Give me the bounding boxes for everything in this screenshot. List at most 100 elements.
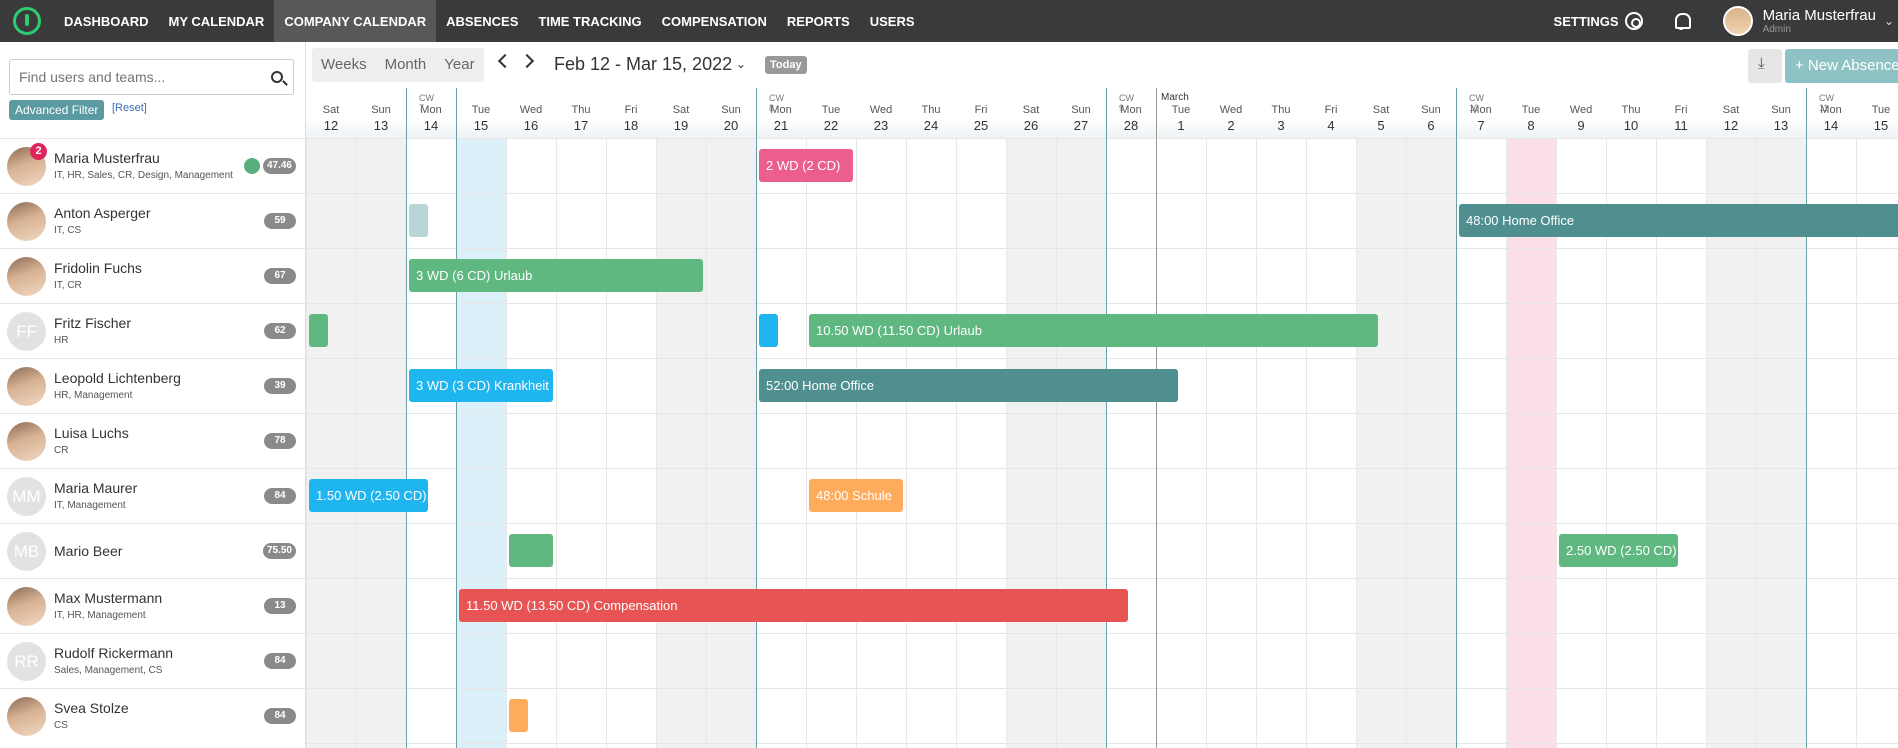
avatar: FF: [7, 312, 46, 351]
weekday-label: Thu: [1271, 104, 1291, 116]
user-name[interactable]: Fridolin Fuchs: [54, 260, 142, 276]
user-row[interactable]: Max Mustermann IT, HR, Management 13: [0, 578, 306, 633]
day-column[interactable]: [556, 138, 606, 748]
day-column[interactable]: [356, 138, 406, 748]
month-label: March: [1161, 92, 1189, 103]
user-name[interactable]: Max Mustermann: [54, 590, 162, 606]
view-year-button[interactable]: Year: [435, 48, 483, 82]
app-logo[interactable]: [0, 0, 54, 42]
nav-company-calendar[interactable]: COMPANY CALENDAR: [274, 0, 437, 42]
user-teams: IT, CR: [54, 280, 82, 291]
settings-button[interactable]: SETTINGS: [1554, 12, 1643, 30]
user-row[interactable]: 2 Maria Musterfrau IT, HR, Sales, CR, Desi…: [0, 138, 306, 193]
nav-time-tracking[interactable]: TIME TRACKING: [528, 0, 651, 42]
avatar[interactable]: [1722, 6, 1753, 36]
absence-bar[interactable]: 3 WD (6 CD) Urlaub: [409, 259, 703, 292]
day-column[interactable]: [1056, 138, 1106, 748]
user-name[interactable]: Svea Stolze: [54, 700, 129, 716]
weekday-label: Fri: [1324, 104, 1338, 116]
day-column[interactable]: [956, 138, 1006, 748]
user-teams: IT, HR, Sales, CR, Design, Management: [54, 170, 233, 181]
absence-bar[interactable]: 3 WD (3 CD) Krankheit: [409, 369, 553, 402]
day-column[interactable]: [756, 138, 806, 748]
absence-bar[interactable]: [509, 534, 553, 567]
day-column[interactable]: [456, 138, 506, 748]
nav-my-calendar[interactable]: MY CALENDAR: [159, 0, 275, 42]
user-row[interactable]: Anton Asperger IT, CS 59: [0, 193, 306, 248]
day-column[interactable]: [856, 138, 906, 748]
reset-link[interactable]: [Reset]: [112, 102, 147, 114]
chevron-left-icon[interactable]: [497, 53, 513, 69]
day-column[interactable]: [606, 138, 656, 748]
user-name[interactable]: Leopold Lichtenberg: [54, 370, 181, 386]
absence-bar[interactable]: 10.50 WD (11.50 CD) Urlaub: [809, 314, 1378, 347]
absence-bar[interactable]: [759, 314, 778, 347]
user-name[interactable]: Mario Beer: [54, 543, 122, 559]
absence-bar[interactable]: [309, 314, 328, 347]
user-row[interactable]: Fridolin Fuchs IT, CR 67: [0, 248, 306, 303]
nav-users[interactable]: USERS: [860, 0, 925, 42]
day-column[interactable]: [1356, 138, 1406, 748]
view-weeks-button[interactable]: Weeks: [312, 48, 376, 82]
weekday-label: Fri: [624, 104, 638, 116]
user-name[interactable]: Maria Musterfrau: [54, 150, 160, 166]
nav-dashboard[interactable]: DASHBOARD: [54, 0, 159, 42]
search-icon[interactable]: [271, 71, 283, 83]
user-row[interactable]: Svea Stolze CS 84: [0, 688, 306, 743]
date-range-label[interactable]: Feb 12 - Mar 15, 2022: [554, 54, 732, 75]
user-row[interactable]: MB Mario Beer 75.50: [0, 523, 306, 578]
absence-bar[interactable]: 48:00 Schule: [809, 479, 903, 512]
day-column[interactable]: [506, 138, 556, 748]
calendar-header: Sat 12 Sun 13 Mon 14 Tue 15 Wed 16 Thu 17 Fri 18 Sat 19…: [306, 88, 1898, 138]
user-row[interactable]: FF Fritz Fischer HR 62: [0, 303, 306, 358]
day-column[interactable]: [1206, 138, 1256, 748]
absence-bar[interactable]: 48:00 Home Office: [1459, 204, 1898, 237]
download-button[interactable]: [1748, 49, 1782, 83]
day-column[interactable]: [306, 138, 356, 748]
user-menu[interactable]: Maria Musterfrau Admin: [1763, 8, 1876, 35]
nav-reports[interactable]: REPORTS: [777, 0, 860, 42]
user-name[interactable]: Anton Asperger: [54, 205, 151, 221]
absence-bar[interactable]: [409, 204, 428, 237]
search-box: [9, 59, 294, 95]
user-row[interactable]: RR Rudolf Rickermann Sales, Management, CS…: [0, 633, 306, 688]
absence-bar[interactable]: 11.50 WD (13.50 CD) Compensation: [459, 589, 1128, 622]
day-column[interactable]: [806, 138, 856, 748]
absence-bar[interactable]: 2 WD (2 CD): [759, 149, 853, 182]
day-column[interactable]: [1306, 138, 1356, 748]
nav-absences[interactable]: ABSENCES: [436, 0, 528, 42]
advanced-filter-button[interactable]: Advanced Filter: [9, 100, 105, 120]
day-column[interactable]: [656, 138, 706, 748]
day-column[interactable]: [1006, 138, 1056, 748]
view-month-button[interactable]: Month: [376, 48, 436, 82]
user-name[interactable]: Rudolf Rickermann: [54, 645, 173, 661]
search-input[interactable]: [10, 69, 260, 85]
absence-bar[interactable]: [509, 699, 528, 732]
view-toggle: Weeks Month Year: [312, 48, 484, 82]
user-row[interactable]: Luisa Luchs CR 78: [0, 413, 306, 468]
day-column[interactable]: [1106, 138, 1156, 748]
user-name[interactable]: Maria Maurer: [54, 480, 137, 496]
weekday-label: Wed: [1569, 104, 1593, 116]
day-column[interactable]: [1406, 138, 1456, 748]
user-name[interactable]: Fritz Fischer: [54, 315, 131, 331]
day-column[interactable]: [1156, 138, 1206, 748]
today-button[interactable]: Today: [765, 56, 807, 74]
absence-bar[interactable]: 52:00 Home Office: [759, 369, 1178, 402]
nav-compensation[interactable]: COMPENSATION: [652, 0, 777, 42]
weekday-label: Thu: [571, 104, 591, 116]
day-column[interactable]: [906, 138, 956, 748]
new-absence-button[interactable]: + New Absence: [1785, 49, 1898, 83]
day-column[interactable]: [706, 138, 756, 748]
day-number: 27: [1073, 118, 1089, 133]
chevron-right-icon[interactable]: [519, 53, 535, 69]
chevron-down-icon[interactable]: ⌄: [1884, 14, 1894, 28]
user-name[interactable]: Luisa Luchs: [54, 425, 129, 441]
absence-bar[interactable]: 2.50 WD (2.50 CD): [1559, 534, 1678, 567]
day-column[interactable]: [1256, 138, 1306, 748]
chevron-down-icon[interactable]: ⌄: [736, 57, 746, 71]
user-row[interactable]: MM Maria Maurer IT, Management 84: [0, 468, 306, 523]
absence-bar[interactable]: 1.50 WD (2.50 CD): [309, 479, 428, 512]
user-row[interactable]: Leopold Lichtenberg HR, Management 39: [0, 358, 306, 413]
bell-icon[interactable]: [1673, 12, 1691, 30]
